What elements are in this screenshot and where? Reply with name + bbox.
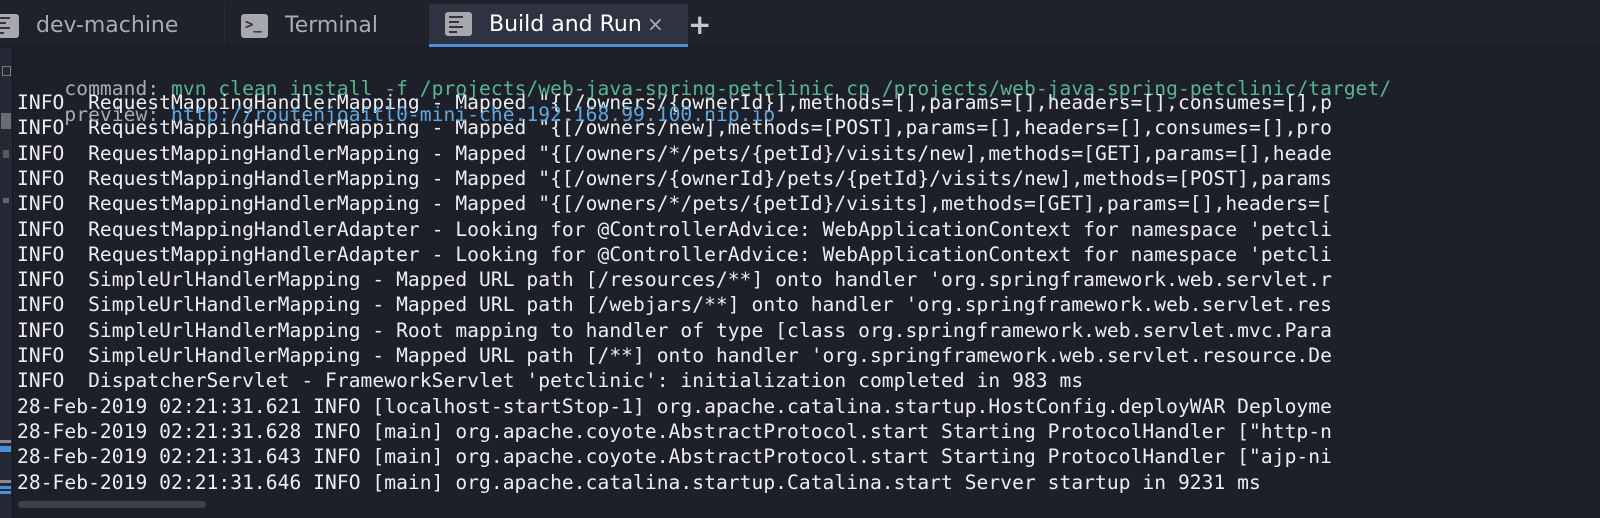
maximize-icon[interactable] bbox=[2, 66, 11, 76]
log-line: 28-Feb-2019 02:21:31.646 INFO [main] org… bbox=[17, 470, 1261, 494]
tab-build-and-run[interactable]: Build and Run × bbox=[429, 4, 688, 47]
preview-label: preview: bbox=[64, 103, 160, 126]
list-icon bbox=[0, 13, 19, 38]
log-line: INFO RequestMappingHandlerMapping - Mapp… bbox=[17, 166, 1332, 190]
log-line: 28-Feb-2019 02:21:31.621 INFO [localhost… bbox=[17, 394, 1332, 418]
log-line: INFO RequestMappingHandlerAdapter - Look… bbox=[17, 217, 1332, 241]
tab-label: dev-machine bbox=[36, 13, 179, 38]
close-tab-icon[interactable]: × bbox=[647, 12, 664, 36]
list-icon bbox=[445, 12, 472, 36]
side-toolbar bbox=[0, 48, 13, 518]
log-line: INFO RequestMappingHandlerAdapter - Look… bbox=[17, 242, 1332, 266]
menu-line-icon bbox=[0, 491, 11, 494]
filter-icon[interactable] bbox=[0, 440, 11, 443]
preview-link[interactable]: http://routenjoaitl0-mini-che.192.168.99… bbox=[171, 103, 775, 126]
horizontal-scrollbar[interactable] bbox=[18, 501, 206, 508]
log-line: INFO SimpleUrlHandlerMapping - Mapped UR… bbox=[17, 293, 1332, 317]
filter-active-icon[interactable] bbox=[0, 446, 11, 452]
scroll-icon[interactable] bbox=[3, 198, 9, 203]
log-line: INFO SimpleUrlHandlerMapping - Root mapp… bbox=[17, 318, 1332, 342]
log-line: INFO RequestMappingHandlerMapping - Mapp… bbox=[17, 192, 1332, 216]
tab-label: Build and Run bbox=[489, 11, 642, 37]
panel-icon[interactable] bbox=[1, 113, 11, 129]
tab-bar: dev-machine >_ Terminal Build and Run × … bbox=[0, 0, 1600, 47]
tab-dev-machine[interactable]: dev-machine bbox=[0, 4, 178, 47]
log-line: INFO DispatcherServlet - FrameworkServle… bbox=[17, 369, 1084, 393]
tab-terminal[interactable]: >_ Terminal bbox=[241, 4, 378, 47]
console-output[interactable]: command: mvn clean install -f /projects/… bbox=[14, 48, 1600, 518]
log-line: 28-Feb-2019 02:21:31.643 INFO [main] org… bbox=[17, 445, 1332, 469]
add-tab-button[interactable]: + bbox=[688, 8, 711, 41]
terminal-icon: >_ bbox=[241, 13, 268, 38]
menu-icon[interactable] bbox=[0, 480, 11, 483]
tab-divider bbox=[224, 4, 225, 44]
wrap-icon[interactable] bbox=[3, 150, 9, 158]
log-line: INFO SimpleUrlHandlerMapping - Mapped UR… bbox=[17, 268, 1332, 292]
menu-line-icon bbox=[0, 486, 11, 489]
preview-line: preview: http://routenjoaitl0-mini-che.1… bbox=[17, 77, 775, 152]
log-line: INFO SimpleUrlHandlerMapping - Mapped UR… bbox=[17, 344, 1332, 367]
log-line: 28-Feb-2019 02:21:31.628 INFO [main] org… bbox=[17, 419, 1332, 443]
tab-label: Terminal bbox=[285, 13, 378, 38]
